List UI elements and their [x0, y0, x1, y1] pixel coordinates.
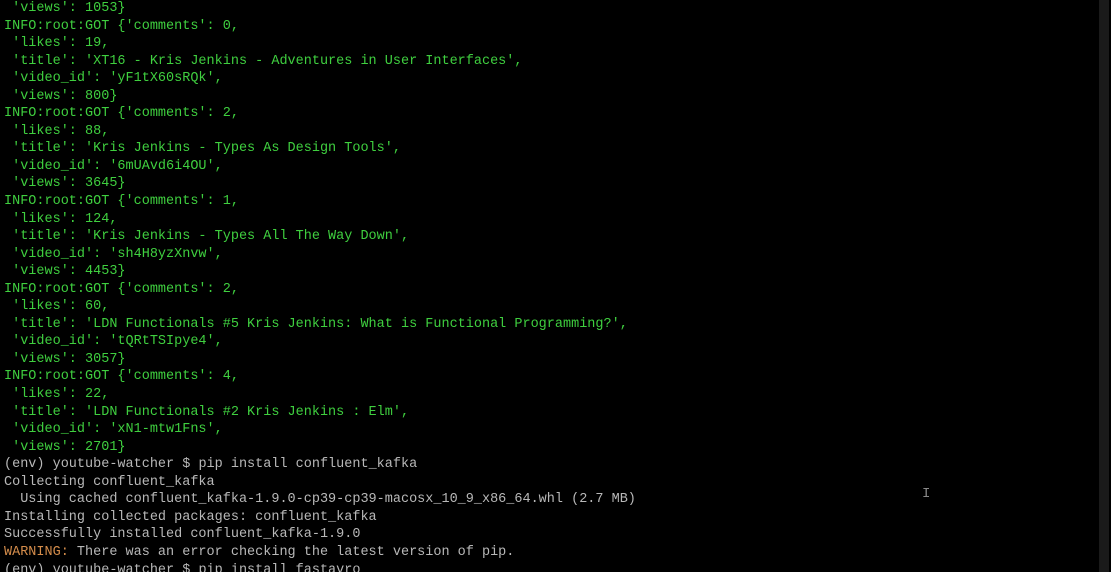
- output-line: 'title': 'Kris Jenkins - Types As Design…: [4, 141, 401, 156]
- scrollbar[interactable]: [1097, 0, 1111, 572]
- output-line: 'views': 1053}: [4, 1, 126, 16]
- text-cursor-icon: I: [922, 485, 930, 503]
- command-text: pip install fastavro: [198, 563, 360, 572]
- scrollbar-track[interactable]: [1099, 0, 1109, 572]
- output-line: 'video_id': 'tQRtTSIpye4',: [4, 334, 223, 349]
- output-line: INFO:root:GOT {'comments': 2,: [4, 282, 239, 297]
- pip-output-line: Collecting confluent_kafka: [4, 475, 215, 490]
- command-text: pip install confluent_kafka: [198, 457, 417, 472]
- output-line: 'views': 3057}: [4, 352, 126, 367]
- output-line: 'title': 'XT16 - Kris Jenkins - Adventur…: [4, 54, 522, 69]
- output-line: 'likes': 19,: [4, 36, 109, 51]
- output-line: 'likes': 124,: [4, 212, 117, 227]
- output-line: 'video_id': 'yF1tX60sRQk',: [4, 71, 223, 86]
- output-line: 'title': 'LDN Functionals #5 Kris Jenkin…: [4, 317, 628, 332]
- warning-label: WARNING:: [4, 545, 69, 560]
- output-line: 'likes': 22,: [4, 387, 109, 402]
- output-line: INFO:root:GOT {'comments': 2,: [4, 106, 239, 121]
- pip-output-line: Using cached confluent_kafka-1.9.0-cp39-…: [4, 492, 636, 507]
- output-line: 'likes': 88,: [4, 124, 109, 139]
- pip-output-line: Successfully installed confluent_kafka-1…: [4, 527, 360, 542]
- output-line: 'title': 'LDN Functionals #2 Kris Jenkin…: [4, 405, 409, 420]
- output-line: 'views': 2701}: [4, 440, 126, 455]
- output-line: INFO:root:GOT {'comments': 4,: [4, 369, 239, 384]
- warning-text: There was an error checking the latest v…: [69, 545, 515, 560]
- output-line: 'views': 800}: [4, 89, 117, 104]
- output-line: 'video_id': 'xN1-mtw1Fns',: [4, 422, 223, 437]
- output-line: 'title': 'Kris Jenkins - Types All The W…: [4, 229, 409, 244]
- output-line: 'video_id': '6mUAvd6i4OU',: [4, 159, 223, 174]
- output-line: 'likes': 60,: [4, 299, 109, 314]
- shell-prompt: (env) youtube-watcher $: [4, 563, 198, 572]
- shell-prompt: (env) youtube-watcher $: [4, 457, 198, 472]
- output-line: 'views': 3645}: [4, 176, 126, 191]
- output-line: INFO:root:GOT {'comments': 0,: [4, 19, 239, 34]
- output-line: INFO:root:GOT {'comments': 1,: [4, 194, 239, 209]
- terminal-output[interactable]: 'views': 1053} INFO:root:GOT {'comments'…: [0, 0, 1111, 572]
- output-line: 'video_id': 'sh4H8yzXnvw',: [4, 247, 223, 262]
- pip-output-line: Installing collected packages: confluent…: [4, 510, 377, 525]
- output-line: 'views': 4453}: [4, 264, 126, 279]
